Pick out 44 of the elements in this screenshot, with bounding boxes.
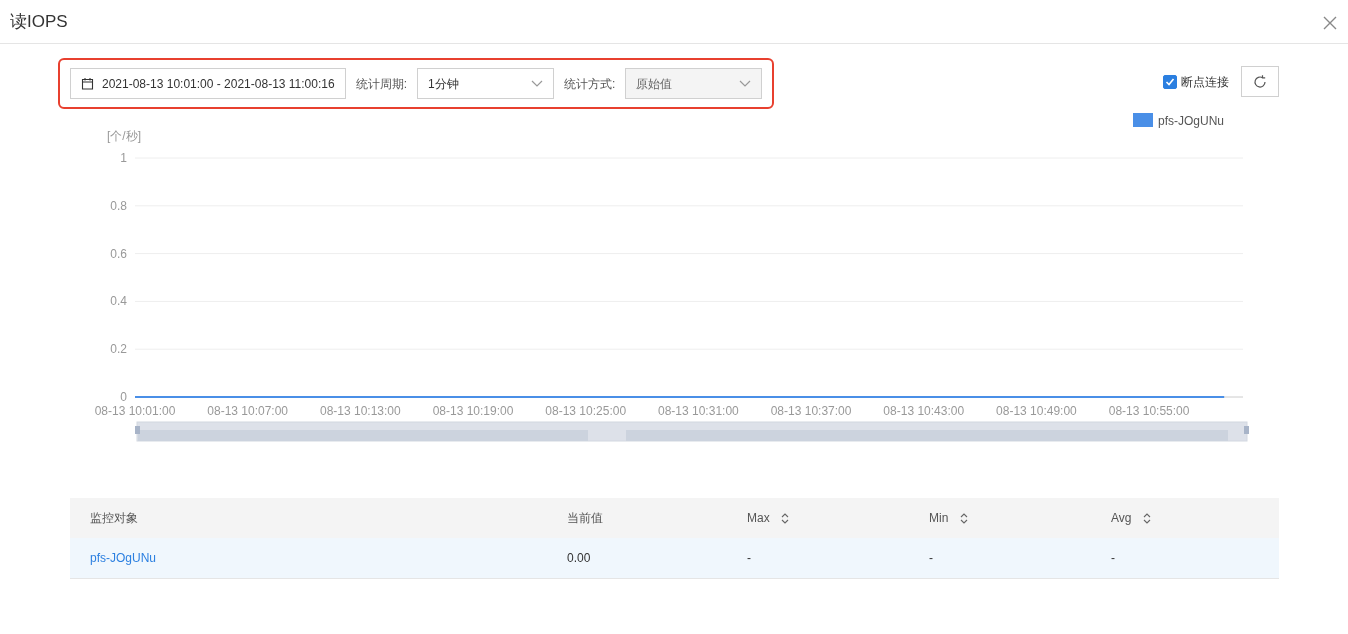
chevron-down-icon bbox=[531, 79, 543, 88]
date-range-field[interactable]: 2021-08-13 10:01:00 - 2021-08-13 11:00:16 bbox=[70, 68, 346, 99]
y-tick-label: 0 bbox=[120, 390, 127, 404]
y-tick-label: 0.4 bbox=[110, 294, 127, 309]
checkbox[interactable] bbox=[1163, 74, 1177, 89]
sort-icon[interactable] bbox=[1142, 513, 1151, 525]
y-tick-label: 0.2 bbox=[110, 342, 127, 357]
x-tick-label: 08-13 10:43:00 bbox=[883, 404, 965, 418]
calendar-icon bbox=[81, 77, 94, 90]
x-tick-label: 08-13 10:25:00 bbox=[545, 404, 627, 418]
column-header: 监控对象 bbox=[70, 498, 555, 538]
y-tick-label: 0.6 bbox=[110, 246, 127, 261]
chevron-down-icon bbox=[739, 79, 752, 88]
y-axis-unit: [个/秒] bbox=[107, 129, 141, 143]
refresh-icon[interactable] bbox=[1252, 73, 1268, 90]
x-tick-label: 08-13 10:49:00 bbox=[996, 404, 1077, 418]
x-tick-label: 08-13 10:01:00 bbox=[94, 404, 176, 418]
table-cell: - bbox=[917, 538, 1099, 578]
method-label: 统计方式: bbox=[564, 75, 616, 93]
x-tick-label: 08-13 10:37:00 bbox=[770, 404, 852, 418]
zoom-slider[interactable] bbox=[135, 421, 1249, 442]
x-tick-label: 08-13 10:31:00 bbox=[658, 404, 739, 418]
checkbox-label[interactable]: 断点连接 bbox=[1181, 72, 1229, 91]
table-cell: 0.00 bbox=[555, 538, 735, 578]
table-cell: - bbox=[1099, 538, 1279, 578]
object-link[interactable]: pfs-JOgUNu bbox=[90, 550, 157, 565]
x-tick-label: 08-13 10:07:00 bbox=[207, 404, 289, 418]
column-header[interactable]: Min bbox=[917, 498, 1099, 538]
sort-icon[interactable] bbox=[959, 513, 968, 525]
dialog-title: 读IOPS bbox=[10, 10, 68, 33]
sort-icon[interactable] bbox=[781, 513, 789, 525]
column-header[interactable]: Avg bbox=[1099, 498, 1279, 538]
y-tick-label: 1 bbox=[120, 151, 127, 165]
period-select[interactable]: 1分钟 bbox=[417, 68, 554, 99]
column-header: 当前值 bbox=[555, 498, 735, 538]
legend-label[interactable]: pfs-JOgUNu bbox=[1158, 114, 1225, 128]
y-tick-label: 0.8 bbox=[110, 198, 127, 213]
table-cell: - bbox=[735, 538, 917, 578]
x-tick-label: 08-13 10:13:00 bbox=[320, 404, 401, 418]
period-label: 统计周期: bbox=[355, 75, 407, 93]
refresh-button[interactable] bbox=[1241, 66, 1279, 97]
x-tick-label: 08-13 10:19:00 bbox=[432, 404, 514, 418]
x-tick-label: 08-13 10:55:00 bbox=[1108, 404, 1190, 418]
column-header[interactable]: Max bbox=[735, 498, 917, 538]
